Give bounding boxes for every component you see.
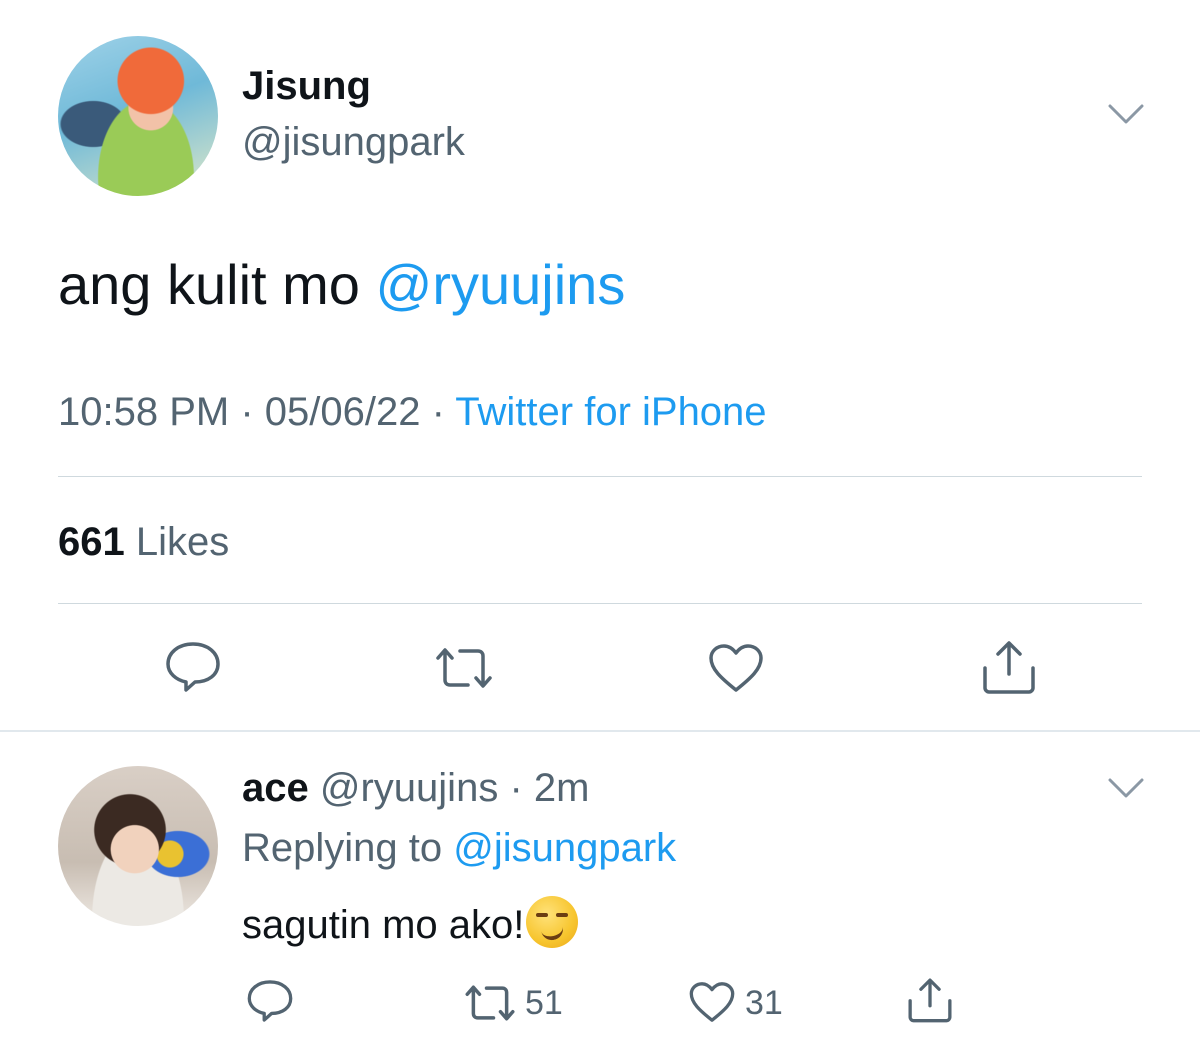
reply-author-avatar[interactable] [58,766,218,926]
reply-text: sagutin mo ako! [242,896,579,948]
reply-retweet-icon[interactable] [462,982,518,1024]
reply-like-count: 31 [745,984,783,1022]
reply-reply-icon[interactable] [246,978,294,1024]
like-heart-icon[interactable] [707,642,765,694]
tweet-meta: 10:58 PM · 05/06/22 · Twitter for iPhone [58,390,767,435]
likes-count: 661 [58,520,125,564]
chevron-down-icon[interactable] [1106,100,1146,128]
tweet-source-link[interactable]: Twitter for iPhone [455,390,766,434]
reply-icon[interactable] [164,640,222,694]
reply-like-heart-icon[interactable] [688,980,736,1024]
meta-separator: · [229,390,265,434]
reply-dot: · [509,766,523,810]
reply-author-name[interactable]: ace [242,766,309,810]
replying-prefix: Replying to [242,826,454,870]
author-avatar[interactable] [58,36,218,196]
retweet-icon[interactable] [432,644,496,692]
tweet-text: ang kulit mo @ryuujins [58,252,625,317]
reply-retweet-count: 51 [525,984,563,1022]
reply-share-icon[interactable] [906,976,954,1024]
replying-handle-link[interactable]: @jisungpark [453,826,676,870]
tweet-time: 10:58 PM [58,390,230,434]
tweet-text-body: ang kulit mo [58,253,376,316]
reply-author-handle[interactable]: @ryuujins [320,766,498,810]
tweet-date: 05/06/22 [264,390,421,434]
likes-stat[interactable]: 661 Likes [58,520,229,565]
author-name[interactable]: Jisung [242,64,371,109]
reply-header: ace @ryuujins · 2m [242,766,589,811]
smirking-face-emoji-icon [526,896,579,948]
section-divider [0,730,1200,732]
reply-text-body: sagutin mo ako! [242,903,525,947]
reply-chevron-down-icon[interactable] [1106,774,1146,802]
tweet-mention-link[interactable]: @ryuujins [376,253,626,316]
replying-to: Replying to @jisungpark [242,826,676,871]
meta-separator: · [420,390,456,434]
divider [58,476,1142,477]
share-icon[interactable] [980,638,1038,696]
reply-age: 2m [533,766,590,810]
author-handle[interactable]: @jisungpark [242,120,465,165]
likes-label: Likes [135,520,230,564]
divider [58,603,1142,604]
